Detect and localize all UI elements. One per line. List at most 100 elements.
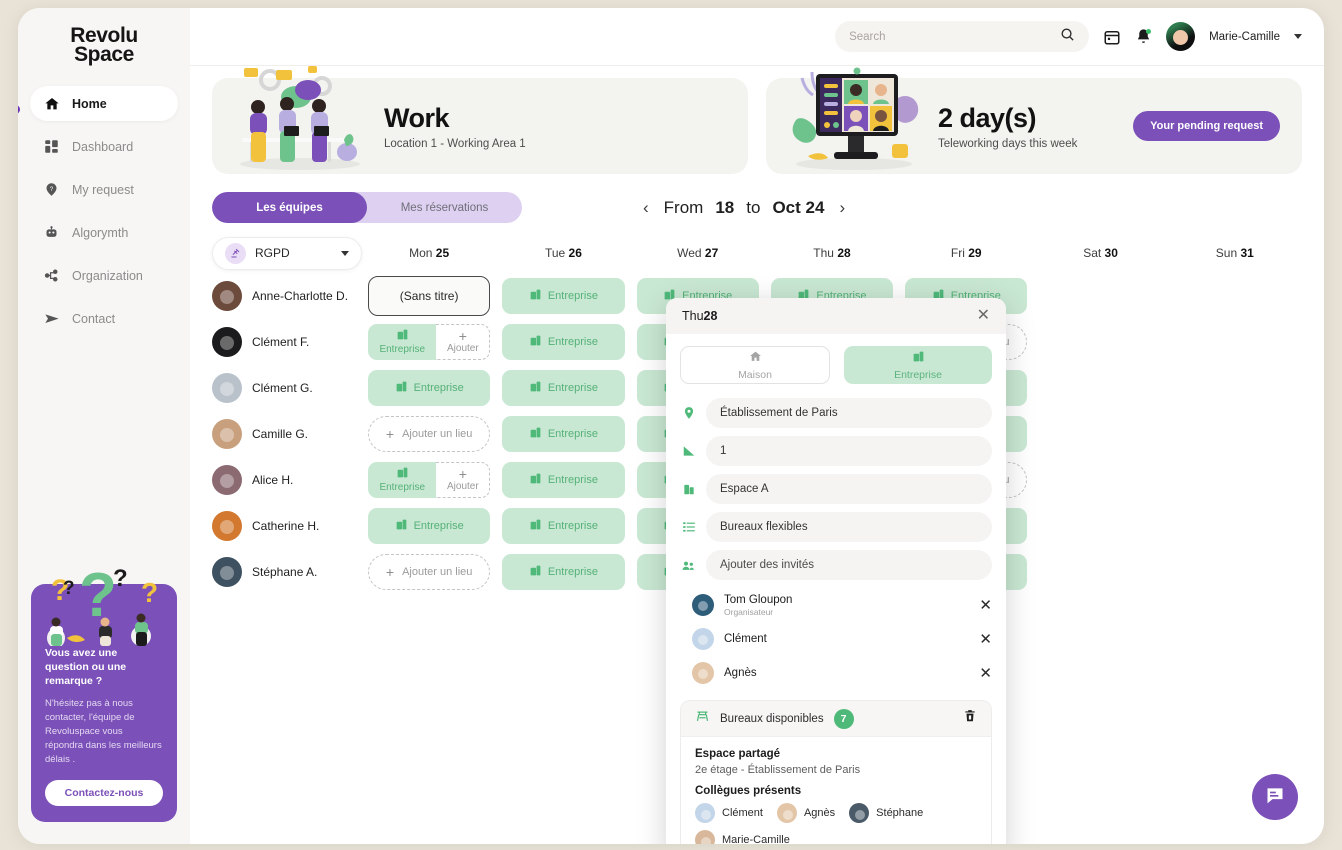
close-icon[interactable]: ✕ xyxy=(977,308,990,324)
building-icon xyxy=(529,472,542,488)
list-item[interactable]: Camille G. xyxy=(212,411,362,457)
guest-name: Clément xyxy=(724,632,767,645)
desk-space-title: Espace partagé xyxy=(695,748,781,760)
building-icon xyxy=(395,380,408,396)
remove-guest-icon[interactable]: ✕ xyxy=(979,632,992,647)
building-icon xyxy=(529,380,542,396)
chevron-down-icon[interactable] xyxy=(1294,34,1302,39)
contact-us-button[interactable]: Contactez-nous xyxy=(45,780,163,806)
add-location-half-button[interactable]: + Ajouter xyxy=(436,324,491,360)
sidebar-item-home[interactable]: Home xyxy=(30,86,178,121)
entreprise-chip[interactable]: Entreprise xyxy=(502,462,625,498)
calendar-cell: Entreprise xyxy=(368,503,491,549)
telework-illustration xyxy=(778,67,930,174)
colleague-item: Agnès xyxy=(776,803,835,823)
next-week-button[interactable]: › xyxy=(836,198,848,218)
telework-banner-text: 2 day(s) Teleworking days this week xyxy=(938,103,1077,150)
trash-icon[interactable] xyxy=(963,709,977,728)
avatar xyxy=(212,511,242,541)
sidebar-item-algorymth[interactable]: Algorymth xyxy=(30,215,178,250)
entreprise-chip[interactable]: Entreprise xyxy=(502,416,625,452)
search-icon[interactable] xyxy=(1060,27,1075,47)
entreprise-chip[interactable]: Entreprise xyxy=(502,370,625,406)
search-input[interactable] xyxy=(849,30,1053,43)
telework-banner-subtitle: Teleworking days this week xyxy=(938,137,1078,150)
search-box[interactable] xyxy=(835,21,1090,52)
entreprise-chip[interactable]: Entreprise xyxy=(502,324,625,360)
view-segmented-control: Les équipes Mes réservations xyxy=(212,192,522,223)
list-item[interactable]: Clément F. xyxy=(212,319,362,365)
sidebar: Revolu Space Home Dashboard ? My request… xyxy=(18,8,190,844)
entreprise-chip[interactable]: Entreprise xyxy=(368,508,491,544)
building-icon xyxy=(912,350,925,368)
toggle-entreprise[interactable]: Entreprise xyxy=(844,346,992,384)
entreprise-chip[interactable]: Entreprise xyxy=(368,324,437,360)
add-guests-input[interactable]: Ajouter des invités xyxy=(706,550,992,580)
tab-teams[interactable]: Les équipes xyxy=(212,192,367,223)
desk-type-input[interactable]: Bureaux flexibles xyxy=(706,512,992,542)
available-desks-body: Espace partagé 2e étage - Établissement … xyxy=(681,737,991,844)
guest-list: Tom Gloupon Organisateur ✕ Clément ✕ Agn… xyxy=(666,588,1006,690)
avatar[interactable] xyxy=(1166,22,1196,51)
building-icon xyxy=(529,564,542,580)
list-item[interactable]: Clément G. xyxy=(212,365,362,411)
entreprise-chip[interactable]: Entreprise xyxy=(502,508,625,544)
list-item[interactable]: Anne-Charlotte D. xyxy=(212,273,362,319)
entreprise-chip[interactable]: Entreprise xyxy=(368,462,437,498)
tab-my-reservations[interactable]: Mes réservations xyxy=(367,192,522,223)
prev-week-button[interactable]: ‹ xyxy=(640,198,652,218)
building-icon xyxy=(529,334,542,350)
group-filter-dropdown[interactable]: RGPD xyxy=(212,236,362,270)
entreprise-chip[interactable]: Entreprise xyxy=(502,278,625,314)
group-filter-label: RGPD xyxy=(255,246,290,260)
list-item[interactable]: Stéphane A. xyxy=(212,549,362,595)
entreprise-chip[interactable]: Entreprise xyxy=(502,554,625,590)
remove-guest-icon[interactable]: ✕ xyxy=(979,598,992,613)
add-location-half-button[interactable]: + Ajouter xyxy=(436,462,491,498)
building-icon xyxy=(680,482,697,496)
chat-button[interactable] xyxy=(1252,774,1298,820)
avatar xyxy=(695,803,715,823)
list-item[interactable]: Alice H. xyxy=(212,457,362,503)
calendar-column-tue: Entreprise Entreprise Entreprise Entrepr… xyxy=(496,273,630,595)
sidebar-item-contact[interactable]: Contact xyxy=(30,301,178,336)
guest-item: Tom Gloupon Organisateur ✕ xyxy=(666,588,1006,622)
calendar-icon[interactable] xyxy=(1103,28,1121,46)
bell-icon[interactable] xyxy=(1135,28,1152,45)
entreprise-chip[interactable]: Entreprise xyxy=(368,370,491,406)
guest-item: Agnès ✕ xyxy=(666,656,1006,690)
pending-request-button[interactable]: Your pending request xyxy=(1133,111,1280,141)
svg-text:?: ? xyxy=(51,574,69,607)
avatar xyxy=(212,281,242,311)
sidebar-item-my-request[interactable]: ? My request xyxy=(30,172,178,207)
date-from-value: 18 xyxy=(715,197,735,217)
avatar xyxy=(212,465,242,495)
colleague-item: Stéphane xyxy=(849,803,923,823)
guest-text: Tom Gloupon Organisateur xyxy=(724,594,792,617)
chevron-down-icon[interactable] xyxy=(341,250,349,256)
day-num: 28 xyxy=(837,246,851,260)
sans-titre-cell[interactable]: (Sans titre) xyxy=(368,276,491,316)
available-desks-header[interactable]: Bureaux disponibles 7 xyxy=(681,701,991,737)
day-num: 30 xyxy=(1104,246,1118,260)
toggle-label: Maison xyxy=(738,368,772,381)
chip-label: Entreprise xyxy=(547,336,598,348)
floor-input[interactable]: 1 xyxy=(706,436,992,466)
location-input[interactable]: Établissement de Paris xyxy=(706,398,992,428)
remove-guest-icon[interactable]: ✕ xyxy=(979,666,992,681)
space-input[interactable]: Espace A xyxy=(706,474,992,504)
sidebar-item-label: My request xyxy=(72,182,134,197)
plus-icon: + xyxy=(385,564,395,580)
app-logo[interactable]: Revolu Space xyxy=(18,25,190,65)
list-item[interactable]: Catherine H. xyxy=(212,503,362,549)
promo-title: Vous avez une question ou une remarque ? xyxy=(45,647,127,687)
day-header-fri: Fri 29 xyxy=(899,246,1033,260)
sidebar-item-dashboard[interactable]: Dashboard xyxy=(30,129,178,164)
add-location-button[interactable]: + Ajouter un lieu xyxy=(368,416,491,452)
sidebar-item-organization[interactable]: Organization xyxy=(30,258,178,293)
toggle-maison[interactable]: Maison xyxy=(680,346,830,384)
add-location-button[interactable]: + Ajouter un lieu xyxy=(368,554,491,590)
calendar-cell: Entreprise xyxy=(368,365,491,411)
calendar-cell: Entreprise + Ajouter xyxy=(368,319,491,365)
day-dow: Thu xyxy=(813,246,834,260)
